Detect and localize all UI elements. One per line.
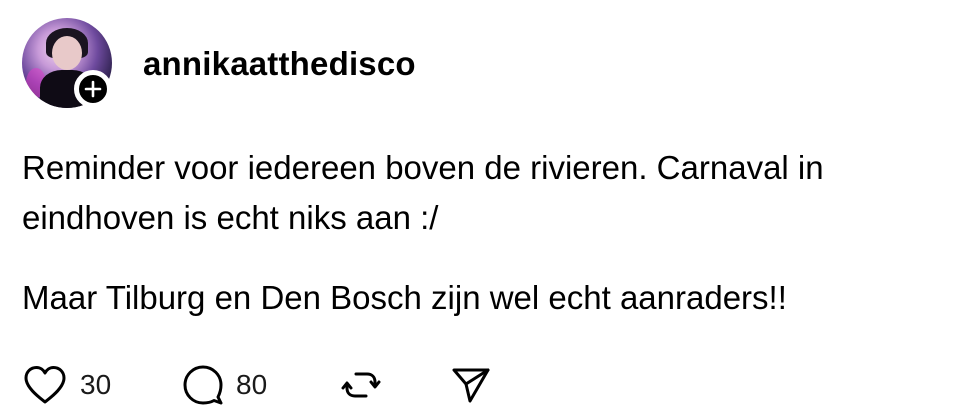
repost-icon: [341, 372, 381, 398]
comment-button[interactable]: 80: [182, 360, 267, 410]
avatar-photo-face: [52, 36, 82, 70]
like-count: 30: [80, 369, 112, 400]
plus-icon: [84, 80, 102, 98]
post-text-line: Maar Tilburg en Den Bosch zijn wel echt …: [22, 279, 787, 316]
follow-plus-button[interactable]: [74, 70, 112, 108]
post-text-line: eindhoven is echt niks aan :/: [22, 199, 439, 236]
comment-count: 80: [236, 369, 268, 400]
send-icon: [452, 368, 490, 403]
repost-button[interactable]: [340, 360, 382, 410]
like-button[interactable]: 30: [22, 360, 111, 410]
share-button[interactable]: [450, 360, 492, 410]
heart-icon: [24, 366, 66, 404]
avatar-container: [22, 18, 112, 108]
post-text-line: Reminder voor iedereen boven de rivieren…: [22, 149, 824, 186]
username[interactable]: annikaatthedisco: [143, 44, 416, 84]
speech-bubble-icon: [183, 365, 223, 405]
action-bar: 30 80: [22, 360, 542, 410]
post-card: annikaatthedisco Reminder voor iedereen …: [0, 0, 972, 418]
